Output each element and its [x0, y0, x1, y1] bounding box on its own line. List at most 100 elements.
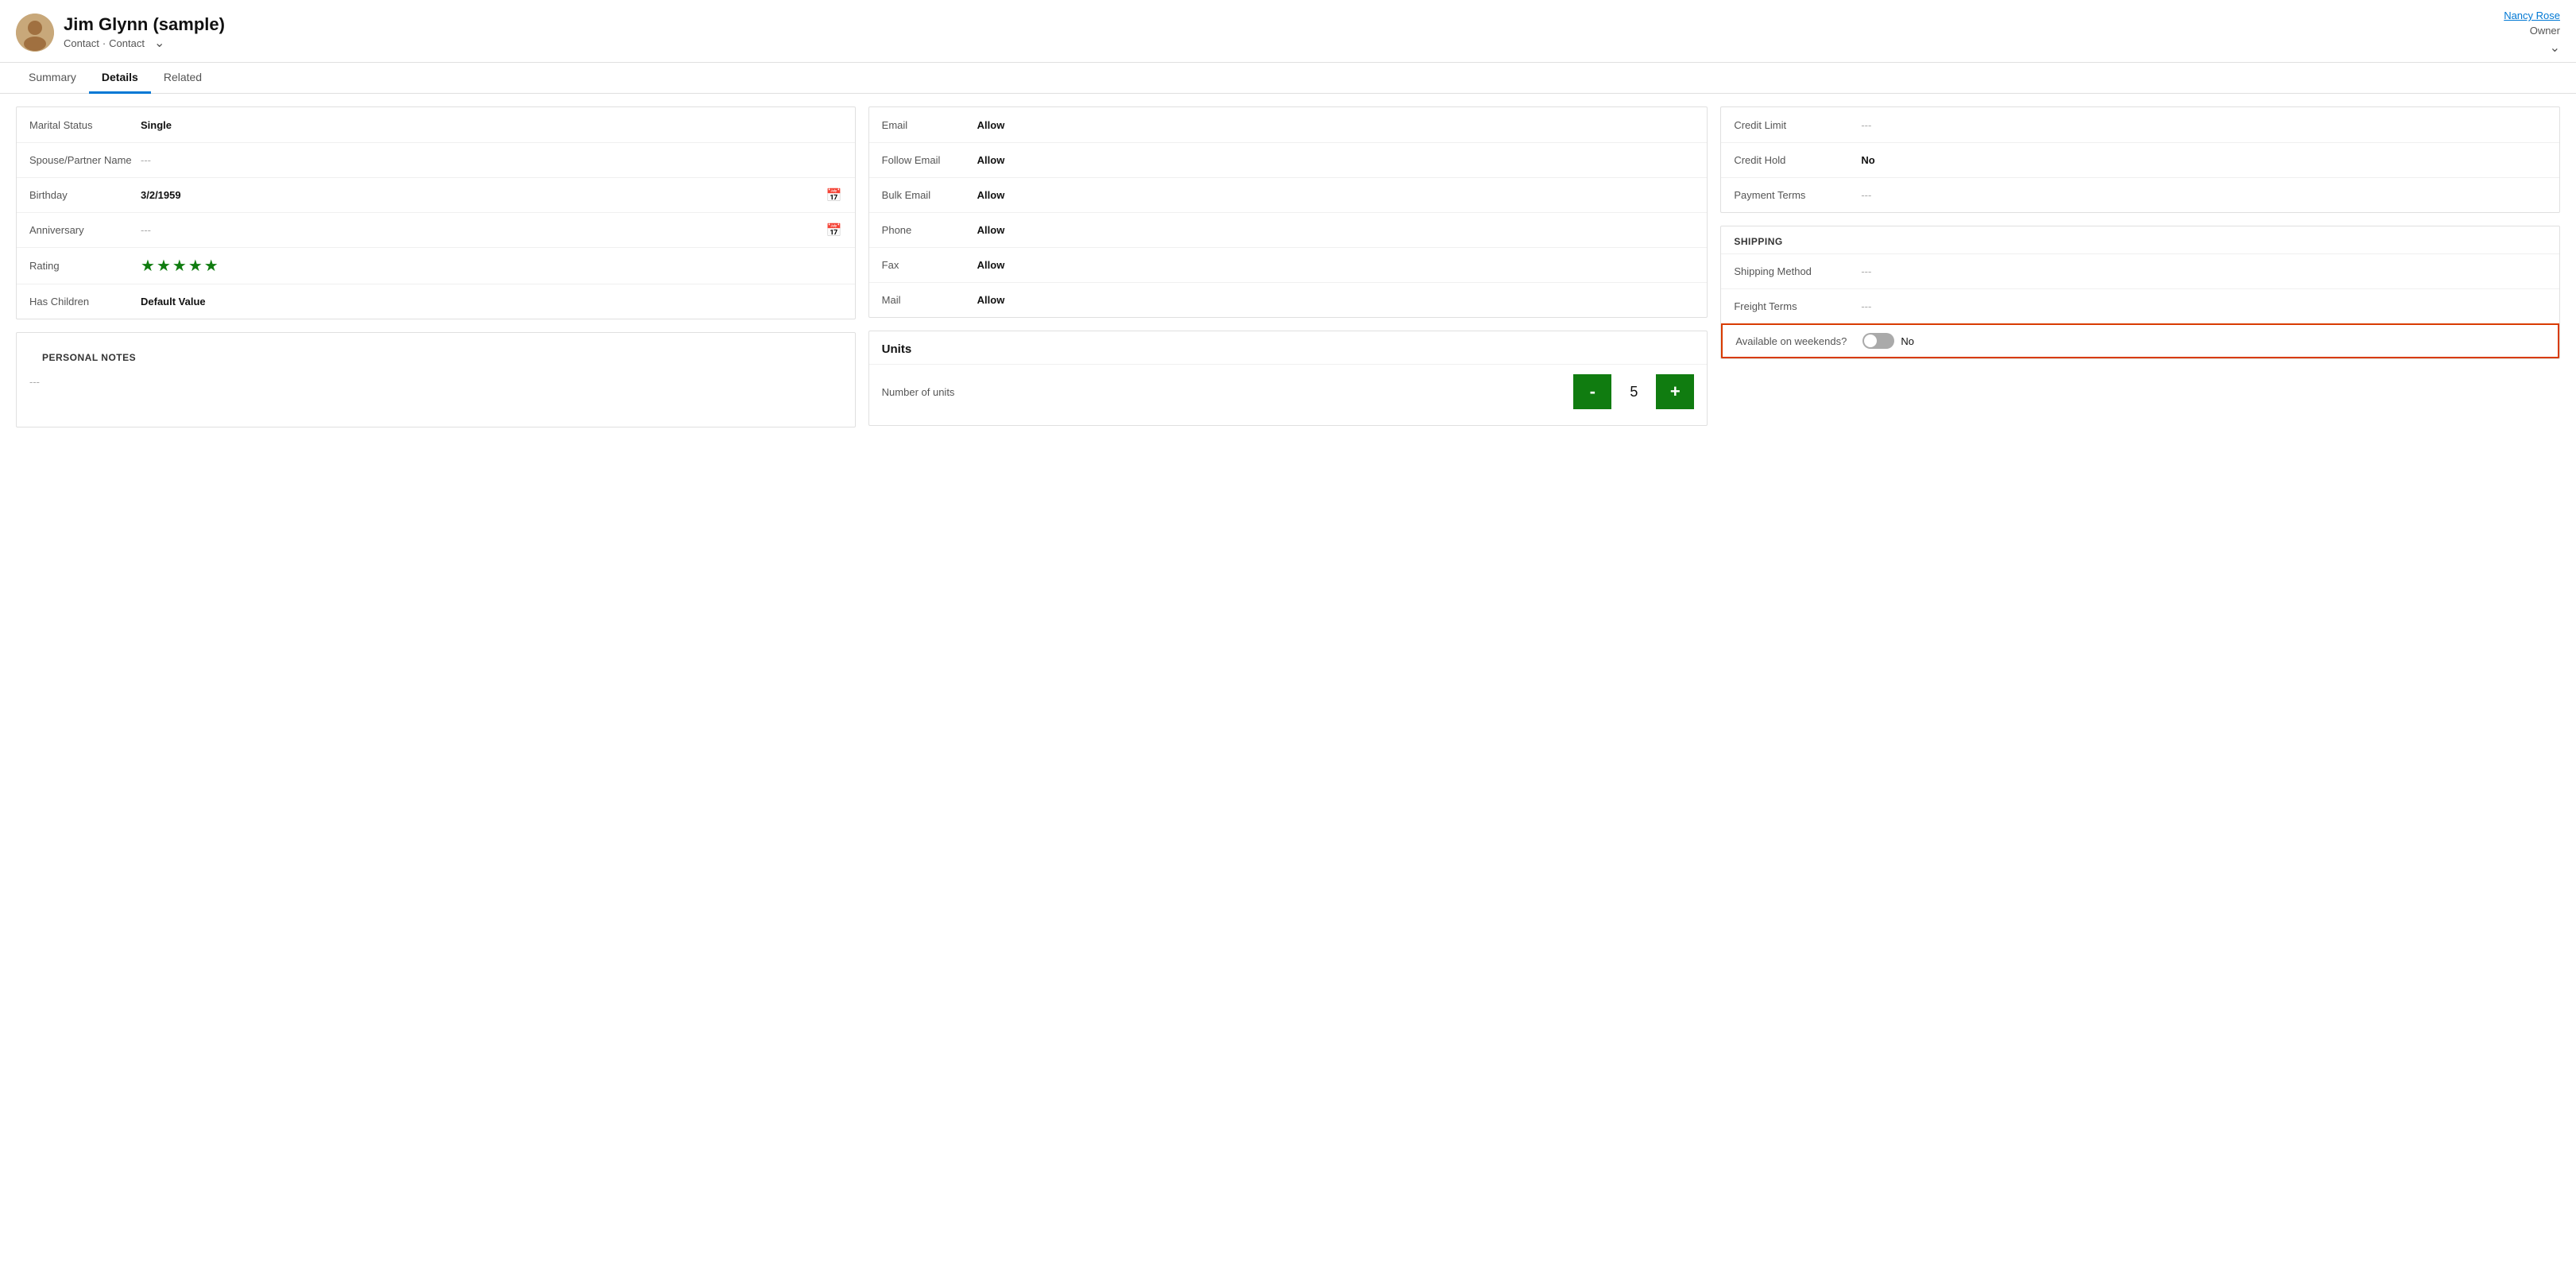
- star-1: ★: [141, 256, 155, 276]
- anniversary-row: Anniversary --- 📅: [17, 212, 855, 247]
- marital-status-value: Single: [141, 119, 842, 131]
- right-column: Credit Limit --- Credit Hold No Payment …: [1720, 106, 2560, 359]
- header-chevron-icon[interactable]: ⌄: [2550, 40, 2560, 56]
- toggle-container: No: [1862, 333, 1914, 349]
- email-pref-value: Allow: [977, 119, 1695, 131]
- anniversary-calendar-icon[interactable]: 📅: [826, 222, 842, 238]
- birthday-calendar-icon[interactable]: 📅: [826, 188, 842, 203]
- marital-status-row: Marital Status Single: [17, 107, 855, 142]
- shipping-title: SHIPPING: [1721, 226, 2559, 253]
- increment-button[interactable]: +: [1656, 374, 1694, 409]
- phone-pref-row: Phone Allow: [869, 212, 1708, 247]
- star-3: ★: [172, 256, 187, 276]
- tab-details[interactable]: Details: [89, 63, 151, 94]
- follow-email-row: Follow Email Allow: [869, 142, 1708, 177]
- type-chevron-icon[interactable]: ⌄: [154, 35, 164, 51]
- billing-card: Credit Limit --- Credit Hold No Payment …: [1720, 106, 2560, 213]
- shipping-method-value: ---: [1861, 265, 2547, 277]
- has-children-row: Has Children Default Value: [17, 284, 855, 319]
- available-weekends-value: No: [1901, 335, 1914, 347]
- credit-limit-row: Credit Limit ---: [1721, 107, 2559, 142]
- credit-hold-row: Credit Hold No: [1721, 142, 2559, 177]
- bulk-email-row: Bulk Email Allow: [869, 177, 1708, 212]
- credit-hold-value: No: [1861, 154, 2547, 166]
- main-content: Marital Status Single Spouse/Partner Nam…: [0, 94, 2576, 440]
- phone-pref-label: Phone: [882, 224, 977, 236]
- email-pref-label: Email: [882, 119, 977, 131]
- anniversary-label: Anniversary: [29, 224, 141, 236]
- available-on-weekends-row: Available on weekends? No: [1721, 323, 2559, 358]
- contact-preferences-card: Email Allow Follow Email Allow Bulk Emai…: [868, 106, 1708, 318]
- spouse-name-value: ---: [141, 154, 842, 166]
- units-title: Units: [869, 331, 1708, 364]
- email-pref-row: Email Allow: [869, 107, 1708, 142]
- freight-terms-row: Freight Terms ---: [1721, 288, 2559, 323]
- spouse-name-row: Spouse/Partner Name ---: [17, 142, 855, 177]
- type2: Contact: [109, 37, 145, 49]
- mail-pref-value: Allow: [977, 294, 1695, 306]
- anniversary-value: ---: [141, 224, 820, 236]
- star-4: ★: [188, 256, 203, 276]
- spouse-name-label: Spouse/Partner Name: [29, 154, 141, 166]
- shipping-method-row: Shipping Method ---: [1721, 253, 2559, 288]
- star-2: ★: [157, 256, 171, 276]
- freight-terms-value: ---: [1861, 300, 2547, 312]
- header-right: Nancy Rose Owner ⌄: [2504, 10, 2560, 56]
- header-info: Jim Glynn (sample) Contact · Contact ⌄: [64, 14, 225, 51]
- owner-name[interactable]: Nancy Rose: [2504, 10, 2560, 21]
- units-card: Units Number of units - 5 +: [868, 331, 1708, 426]
- rating-label: Rating: [29, 260, 141, 272]
- payment-terms-row: Payment Terms ---: [1721, 177, 2559, 212]
- bulk-email-label: Bulk Email: [882, 189, 977, 201]
- bulk-email-value: Allow: [977, 189, 1695, 201]
- rating-row: Rating ★ ★ ★ ★ ★: [17, 247, 855, 284]
- type1: Contact: [64, 37, 99, 49]
- phone-pref-value: Allow: [977, 224, 1695, 236]
- contact-name: Jim Glynn (sample): [64, 14, 225, 35]
- shipping-method-label: Shipping Method: [1734, 265, 1861, 277]
- tab-related[interactable]: Related: [151, 63, 215, 94]
- owner-label: Owner: [2530, 25, 2560, 37]
- birthday-row: Birthday 3/2/1959 📅: [17, 177, 855, 212]
- birthday-value: 3/2/1959: [141, 189, 820, 201]
- header-left: Jim Glynn (sample) Contact · Contact ⌄: [16, 14, 225, 52]
- fax-pref-label: Fax: [882, 259, 977, 271]
- shipping-card: SHIPPING Shipping Method --- Freight Ter…: [1720, 226, 2560, 359]
- mail-pref-label: Mail: [882, 294, 977, 306]
- credit-limit-value: ---: [1861, 119, 2547, 131]
- has-children-value: Default Value: [141, 296, 842, 308]
- separator: ·: [102, 37, 106, 49]
- left-column: Marital Status Single Spouse/Partner Nam…: [16, 106, 856, 427]
- number-of-units-label: Number of units: [882, 386, 1565, 398]
- available-on-weekends-label: Available on weekends?: [1735, 335, 1862, 347]
- birthday-label: Birthday: [29, 189, 141, 201]
- personal-notes-title: PERSONAL NOTES: [29, 342, 842, 369]
- credit-limit-label: Credit Limit: [1734, 119, 1861, 131]
- personal-notes-card: PERSONAL NOTES ---: [16, 332, 856, 427]
- follow-email-label: Follow Email: [882, 154, 977, 166]
- toggle-thumb: [1864, 335, 1877, 347]
- star-5: ★: [204, 256, 219, 276]
- units-row: Number of units - 5 +: [869, 364, 1708, 425]
- avatar: [16, 14, 54, 52]
- fax-pref-row: Fax Allow: [869, 247, 1708, 282]
- units-value: 5: [1611, 384, 1656, 400]
- payment-terms-value: ---: [1861, 189, 2547, 201]
- available-weekends-toggle[interactable]: [1862, 333, 1894, 349]
- toggle-track: [1862, 333, 1894, 349]
- header: Jim Glynn (sample) Contact · Contact ⌄ N…: [0, 0, 2576, 63]
- personal-notes-value: ---: [29, 369, 842, 394]
- credit-hold-label: Credit Hold: [1734, 154, 1861, 166]
- fax-pref-value: Allow: [977, 259, 1695, 271]
- freight-terms-label: Freight Terms: [1734, 300, 1861, 312]
- decrement-button[interactable]: -: [1573, 374, 1611, 409]
- marital-status-label: Marital Status: [29, 119, 141, 131]
- personal-info-card: Marital Status Single Spouse/Partner Nam…: [16, 106, 856, 319]
- mail-pref-row: Mail Allow: [869, 282, 1708, 317]
- tabs: Summary Details Related: [0, 63, 2576, 94]
- middle-column: Email Allow Follow Email Allow Bulk Emai…: [868, 106, 1708, 426]
- tab-summary[interactable]: Summary: [16, 63, 89, 94]
- follow-email-value: Allow: [977, 154, 1695, 166]
- has-children-label: Has Children: [29, 296, 141, 308]
- units-stepper: - 5 +: [1573, 374, 1694, 409]
